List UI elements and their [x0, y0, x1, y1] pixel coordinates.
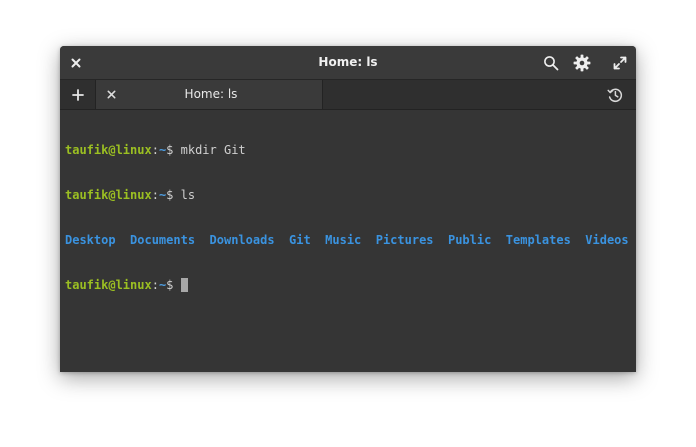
directory-entry: Public	[447, 233, 492, 247]
terminal-window: Home: ls Home: ls taufik@linux:~$ mkdir …	[60, 46, 636, 372]
prompt-symbol: $	[166, 143, 181, 157]
prompt-separator: :	[151, 143, 159, 157]
history-icon	[607, 88, 623, 102]
prompt-user: taufik@linux	[65, 188, 152, 202]
maximize-icon	[613, 56, 627, 69]
plus-icon	[71, 88, 84, 101]
search-icon	[544, 55, 559, 70]
directory-entry: Documents	[130, 233, 196, 247]
tab-bar: Home: ls	[60, 80, 636, 110]
terminal-output[interactable]: taufik@linux:~$ mkdir Git taufik@linux:~…	[60, 110, 636, 372]
directory-entry: Music	[325, 233, 362, 247]
command-text: ls	[180, 188, 196, 202]
settings-button[interactable]	[570, 46, 594, 79]
title-bar: Home: ls	[60, 46, 636, 80]
directory-entry: Downloads	[209, 233, 275, 247]
tab-home[interactable]: Home: ls	[96, 80, 323, 109]
search-button[interactable]	[541, 46, 561, 79]
history-button[interactable]	[604, 80, 626, 109]
maximize-button[interactable]	[609, 46, 631, 79]
text-cursor	[180, 278, 188, 292]
ls-output-line: Desktop Documents Downloads Git Music Pi…	[65, 233, 631, 248]
prompt-separator: :	[151, 278, 159, 292]
gear-icon	[573, 54, 591, 71]
directory-entry: Templates	[505, 233, 571, 247]
terminal-line: taufik@linux:~$	[65, 278, 631, 293]
prompt-separator: :	[151, 188, 159, 202]
prompt-user: taufik@linux	[65, 278, 152, 292]
directory-entry: Videos	[585, 233, 629, 247]
terminal-line: taufik@linux:~$ mkdir Git	[65, 143, 631, 158]
prompt-symbol: $	[166, 278, 181, 292]
close-icon	[107, 90, 115, 99]
tab-close-button[interactable]	[104, 80, 118, 109]
prompt-user: taufik@linux	[65, 143, 152, 157]
terminal-line: taufik@linux:~$ ls	[65, 188, 631, 203]
prompt-symbol: $	[166, 188, 181, 202]
directory-entry: Pictures	[375, 233, 434, 247]
tab-label: Home: ls	[184, 87, 238, 101]
directory-entry: Desktop	[65, 233, 116, 247]
command-text: mkdir Git	[180, 143, 246, 157]
new-tab-button[interactable]	[60, 80, 96, 109]
directory-entry: Git	[289, 233, 311, 247]
